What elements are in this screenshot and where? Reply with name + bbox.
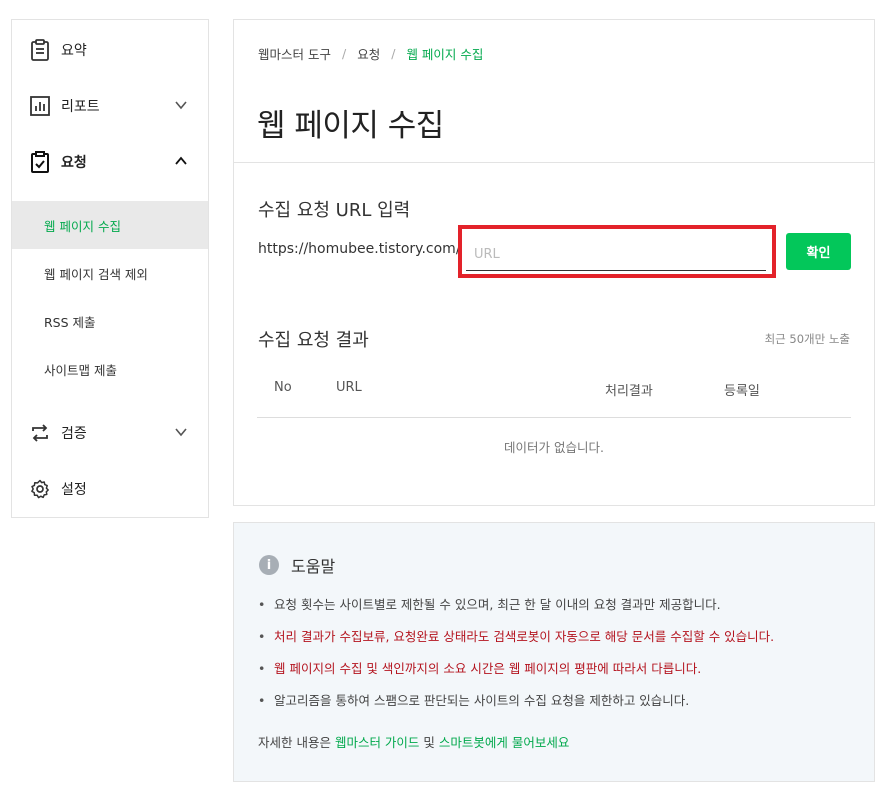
breadcrumb-item[interactable]: 요청: [357, 44, 380, 63]
sidebar-item-label: 설정: [61, 482, 87, 498]
help-item-text: 요청 횟수는 사이트별로 제한될 수 있으며, 최근 한 달 이내의 요청 결과…: [274, 597, 721, 612]
chevron-down-icon: [174, 424, 188, 438]
help-footer-text: 자세한 내용은: [258, 735, 335, 750]
sidebar-item-summary[interactable]: 요약: [12, 22, 208, 78]
sidebar-subitem-web-page-collect[interactable]: 웹 페이지 수집: [12, 201, 208, 249]
help-item-text: 알고리즘을 통하여 스팸으로 판단되는 사이트의 수집 요청을 제한하고 있습니…: [274, 693, 690, 708]
help-header: i 도움말: [259, 553, 335, 577]
table-header-date: 등록일: [724, 384, 760, 399]
breadcrumb-separator: /: [341, 46, 347, 61]
chevron-down-icon: [174, 97, 188, 111]
help-item: • 처리 결과가 수집보류, 요청완료 상태라도 검색로봇이 자동으로 해당 문서…: [258, 627, 774, 659]
webmaster-guide-link[interactable]: 웹마스터 가이드: [335, 735, 419, 750]
smartbot-link[interactable]: 스마트봇에게 물어보세요: [439, 735, 569, 750]
clipboard-icon: [29, 39, 51, 61]
table-header-url: URL: [336, 380, 362, 395]
sidebar-item-request[interactable]: 요청: [12, 134, 208, 190]
sidebar-item-report[interactable]: 리포트: [12, 78, 208, 134]
results-note: 최근 50개만 노출: [764, 332, 850, 346]
help-footer-text: 및: [419, 735, 439, 750]
table-header-no: No: [274, 380, 292, 395]
chevron-up-icon: [174, 153, 188, 167]
sidebar-item-label: 검증: [61, 426, 87, 442]
help-item: • 웹 페이지의 수집 및 색인까지의 소요 시간은 웹 페이지의 평판에 따라서…: [258, 659, 774, 691]
sidebar-item-settings[interactable]: 설정: [12, 461, 208, 517]
sidebar-item-verify[interactable]: 검증: [12, 405, 208, 461]
breadcrumb-item[interactable]: 웹마스터 도구: [258, 44, 331, 63]
divider: [234, 162, 874, 163]
info-icon: i: [259, 555, 279, 575]
clipboard-check-icon: [29, 151, 51, 173]
confirm-button[interactable]: 확인: [786, 233, 851, 270]
table-divider: [257, 417, 851, 418]
sidebar-subitem-rss[interactable]: RSS 제출: [12, 297, 208, 345]
help-item: • 요청 횟수는 사이트별로 제한될 수 있으며, 최근 한 달 이내의 요청 결…: [258, 595, 774, 627]
breadcrumb-separator: /: [391, 46, 396, 61]
repeat-icon: [29, 422, 51, 444]
breadcrumb-current: 웹 페이지 수집: [406, 47, 484, 62]
sidebar-subitem-web-page-exclude[interactable]: 웹 페이지 검색 제외: [12, 249, 208, 297]
gear-icon: [29, 478, 51, 500]
breadcrumb: 웹마스터 도구 / 요청 / 웹 페이지 수집: [258, 44, 483, 63]
sidebar-item-label: 요약: [61, 43, 87, 59]
help-title: 도움말: [291, 557, 336, 576]
empty-message: 데이터가 없습니다.: [504, 440, 604, 455]
help-item-text: 웹 페이지의 수집 및 색인까지의 소요 시간은 웹 페이지의 평판에 따라서 …: [274, 661, 702, 676]
table-header-status: 처리결과: [605, 384, 653, 399]
page-title: 웹 페이지 수집: [257, 108, 444, 144]
url-input[interactable]: [466, 231, 766, 271]
results-section-title: 수집 요청 결과: [258, 330, 369, 351]
sidebar-subitem-sitemap[interactable]: 사이트맵 제출: [12, 345, 208, 393]
bar-chart-icon: [29, 95, 51, 117]
request-section-title: 수집 요청 URL 입력: [258, 200, 411, 221]
sidebar-item-label: 요청: [61, 155, 87, 171]
help-card: i 도움말 • 요청 횟수는 사이트별로 제한될 수 있으며, 최근 한 달 이내…: [233, 522, 875, 782]
sidebar-item-label: 리포트: [61, 99, 100, 115]
help-item: • 알고리즘을 통하여 스팸으로 판단되는 사이트의 수집 요청을 제한하고 있습…: [258, 691, 774, 723]
url-prefix: https://homubee.tistory.com/: [258, 241, 461, 257]
help-item-text: 처리 결과가 수집보류, 요청완료 상태라도 검색로봇이 자동으로 해당 문서를…: [274, 629, 775, 644]
url-input-wrapper: [466, 231, 766, 271]
help-footer: 자세한 내용은 웹마스터 가이드 및 스마트봇에게 물어보세요: [258, 732, 569, 751]
main-card: 웹마스터 도구 / 요청 / 웹 페이지 수집 웹 페이지 수집 수집 요청 U…: [233, 19, 875, 506]
sidebar: 요약 리포트 요청 웹 페이지 수집 웹 페이지 검색 제외 RSS 제출 사이…: [11, 19, 209, 518]
help-list: • 요청 횟수는 사이트별로 제한될 수 있으며, 최근 한 달 이내의 요청 결…: [258, 595, 774, 723]
